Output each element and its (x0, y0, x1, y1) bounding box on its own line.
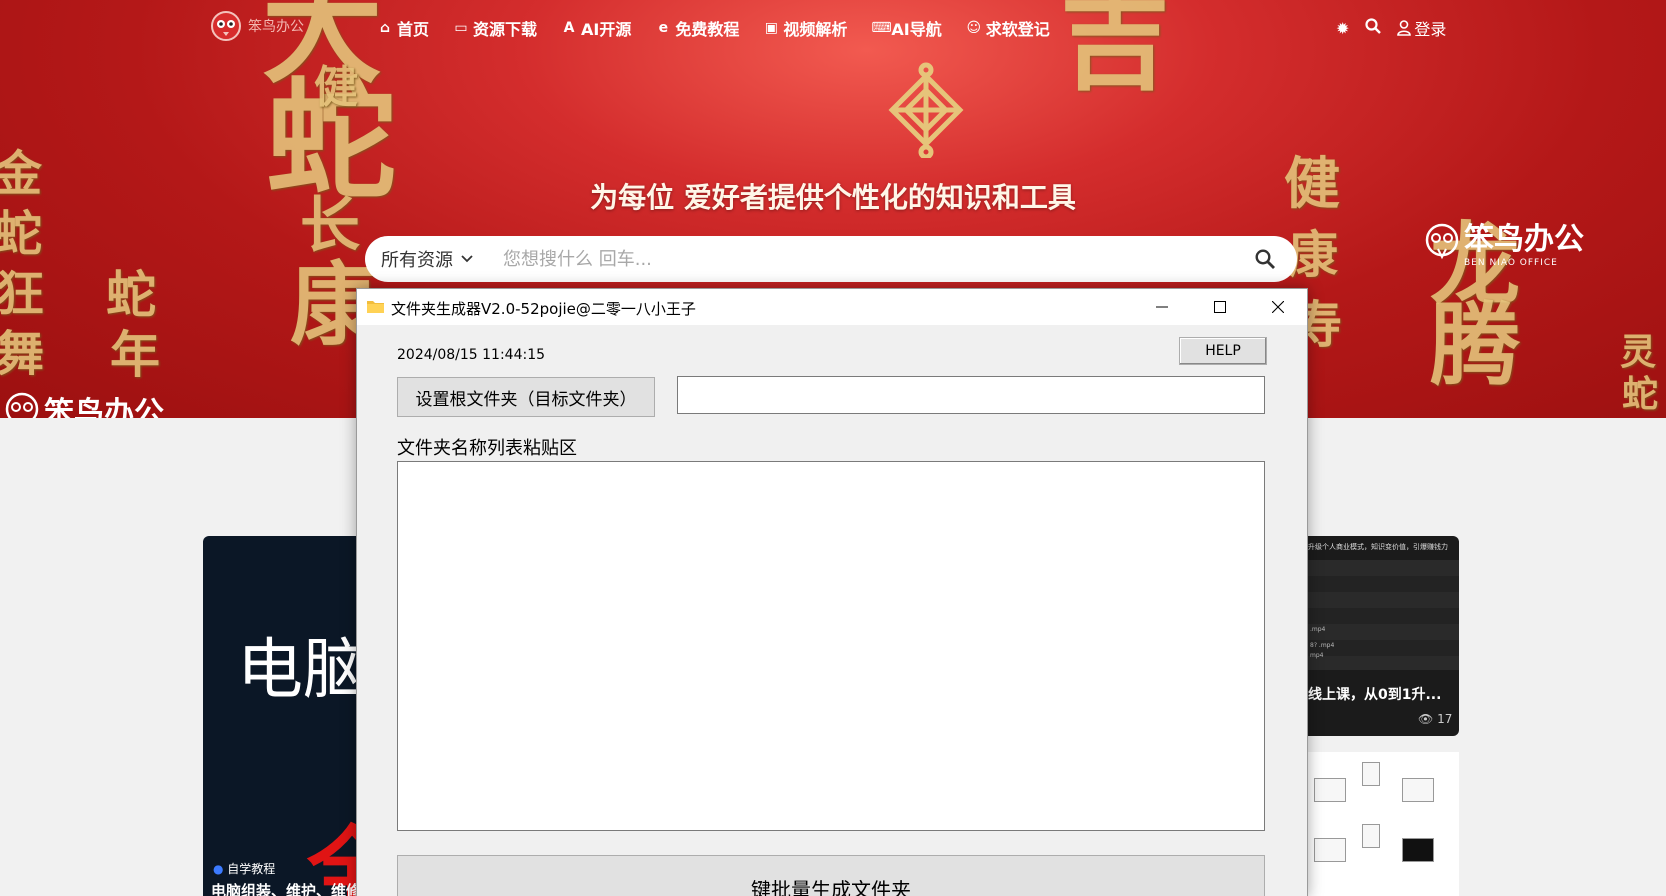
logo-bird-icon (5, 392, 39, 418)
ai-nav-icon: ⌨ (871, 20, 892, 36)
decor-char: 年 (110, 325, 160, 384)
card-title[interactable]: 线上课，从0到1升... (1308, 684, 1441, 704)
card-cover-file: mp4 (1310, 652, 1324, 659)
folder-icon (367, 301, 384, 313)
card-title[interactable]: 电脑组装、维护、维修 (211, 880, 361, 896)
close-button[interactable] (1249, 289, 1307, 325)
user-icon (1397, 20, 1412, 36)
card-cover-rows (1306, 560, 1459, 670)
paste-area-label: 文件夹名称列表粘贴区 (397, 438, 577, 459)
article-card[interactable]: 升级个人商业模式，知识变价值，引爆赚钱力 .mp4 8? .mp4 mp4 线上… (1306, 536, 1459, 736)
nav-free-tutorials[interactable]: e 免费教程 (655, 16, 740, 40)
card-cover-thumb (1314, 778, 1346, 802)
ai-icon: A (563, 20, 575, 36)
nav-label: 资源下载 (473, 20, 538, 39)
search-icon (1255, 249, 1275, 269)
watermark-text: 笨鸟办公 (1464, 222, 1584, 257)
nav-label: 免费教程 (675, 20, 740, 39)
maximize-button[interactable] (1191, 289, 1249, 325)
minimize-icon (1156, 306, 1168, 308)
login-label: 登录 (1414, 20, 1447, 39)
decor-char: 蛇 (1622, 373, 1659, 415)
batch-generate-button[interactable]: 键批量生成文件夹 (397, 855, 1265, 896)
card-views-count: 17 (1437, 712, 1453, 726)
watermark-sub: BEN NIAO OFFICE (1464, 258, 1558, 268)
decor-char: 健 (314, 62, 358, 113)
decor-char: 狂 (0, 266, 45, 322)
top-nav: ⌂ 首页 ▭ 资源下载 A AI开源 e 免费教程 ▣ 视频解析 ⌨ AI导航 (377, 16, 1050, 40)
card-views: 👁 17 (1418, 712, 1452, 726)
set-root-folder-button[interactable]: 设置根文件夹（目标文件夹） (397, 377, 655, 417)
decor-char: 灵 (1620, 331, 1657, 373)
card-cover-thumb (1402, 778, 1434, 802)
watermark-text: 笨鸟办公 (44, 396, 164, 418)
search-scope-select[interactable]: 所有资源 (381, 246, 473, 272)
folder-names-textarea[interactable] (397, 461, 1265, 831)
site-search-input[interactable] (501, 247, 1245, 271)
login-link[interactable]: 登录 (1397, 16, 1446, 40)
close-icon (1272, 301, 1284, 313)
smile-icon: ☺ (966, 20, 982, 36)
decor-char: 蛇 (0, 206, 43, 262)
search-icon[interactable] (1365, 18, 1382, 38)
video-icon: ▣ (764, 20, 778, 36)
folder-generator-window: 文件夹生成器V2.0-52pojie@二零一八小王子 2024/08/15 11… (356, 288, 1308, 896)
card-category[interactable]: ● 自学教程 (213, 860, 275, 877)
nav-software-request[interactable]: ☺ 求软登记 (966, 16, 1050, 40)
nav-home[interactable]: ⌂ 首页 (377, 16, 429, 40)
card-cover-file: .mp4 (1310, 626, 1326, 633)
card-category-label: 自学教程 (227, 862, 276, 876)
card-cover-thumb (1362, 824, 1380, 848)
decor-char: 舞 (0, 326, 45, 382)
article-card[interactable]: 电脑 全 ● 自学教程 电脑组装、维护、维修 (203, 536, 363, 896)
nav-label: 视频解析 (783, 20, 848, 39)
chinese-knot-icon (888, 62, 964, 158)
decor-char: 腾 (1430, 292, 1520, 398)
laptop-icon: ▭ (454, 20, 468, 36)
window-title: 文件夹生成器V2.0-52pojie@二零一八小王子 (391, 300, 696, 318)
card-cover-text: 电脑 (237, 631, 363, 708)
logo-text: 笨鸟办公 (248, 19, 304, 35)
card-cover-file: 8? .mp4 (1310, 642, 1335, 649)
article-card[interactable] (1306, 752, 1459, 896)
nav-label: AI导航 (891, 20, 942, 39)
site-search-bar: 所有资源 (365, 236, 1297, 282)
current-datetime: 2024/08/15 11:44:15 (397, 347, 546, 363)
maximize-icon (1214, 301, 1226, 313)
watermark-right: 笨鸟办公 BEN NIAO OFFICE (1424, 214, 1584, 268)
theme-toggle-icon[interactable]: ✹ (1336, 19, 1349, 38)
hero-slogan: 为每位 爱好者提供个性化的知识和工具 (590, 181, 1076, 214)
nav-ai-navigation[interactable]: ⌨ AI导航 (871, 16, 941, 40)
decor-char: 吉 (1060, 0, 1170, 105)
nav-right: ✹ 登录 (1336, 16, 1446, 40)
logo-bird-icon (1425, 223, 1459, 260)
chevron-down-icon (461, 255, 473, 263)
card-cover-thumb (1402, 838, 1434, 862)
nav-label: 求软登记 (985, 20, 1050, 39)
decor-char: 蛇 (106, 265, 156, 324)
screen: 大 蛇 健 长 康 吉 健 康 寿 龙 腾 金 蛇 狂 舞 蛇 年 灵 蛇 笨鸟… (0, 0, 1666, 896)
root-folder-path-input[interactable] (677, 376, 1265, 414)
watermark-left: 笨鸟办公 (4, 388, 164, 418)
nav-downloads[interactable]: ▭ 资源下载 (453, 16, 537, 40)
card-cover-header: 升级个人商业模式，知识变价值，引爆赚钱力 (1308, 543, 1448, 551)
site-logo[interactable]: 笨鸟办公 (210, 10, 304, 42)
site-search-button[interactable] (1245, 239, 1285, 279)
nav-ai-open-source[interactable]: A AI开源 (561, 16, 632, 40)
window-titlebar[interactable]: 文件夹生成器V2.0-52pojie@二零一八小王子 (357, 289, 1307, 325)
minimize-button[interactable] (1133, 289, 1191, 325)
nav-video-parse[interactable]: ▣ 视频解析 (763, 16, 848, 40)
search-scope-label: 所有资源 (381, 250, 453, 271)
logo-bird-icon (211, 11, 241, 41)
card-cover-thumb (1314, 838, 1346, 862)
card-cover-thumb (1362, 762, 1380, 786)
home-icon: ⌂ (379, 20, 391, 36)
eye-icon: 👁 (1418, 712, 1438, 726)
help-button[interactable]: HELP (1179, 337, 1267, 365)
browser-icon: e (658, 20, 669, 36)
nav-label: AI开源 (581, 20, 632, 39)
nav-label: 首页 (397, 20, 430, 39)
